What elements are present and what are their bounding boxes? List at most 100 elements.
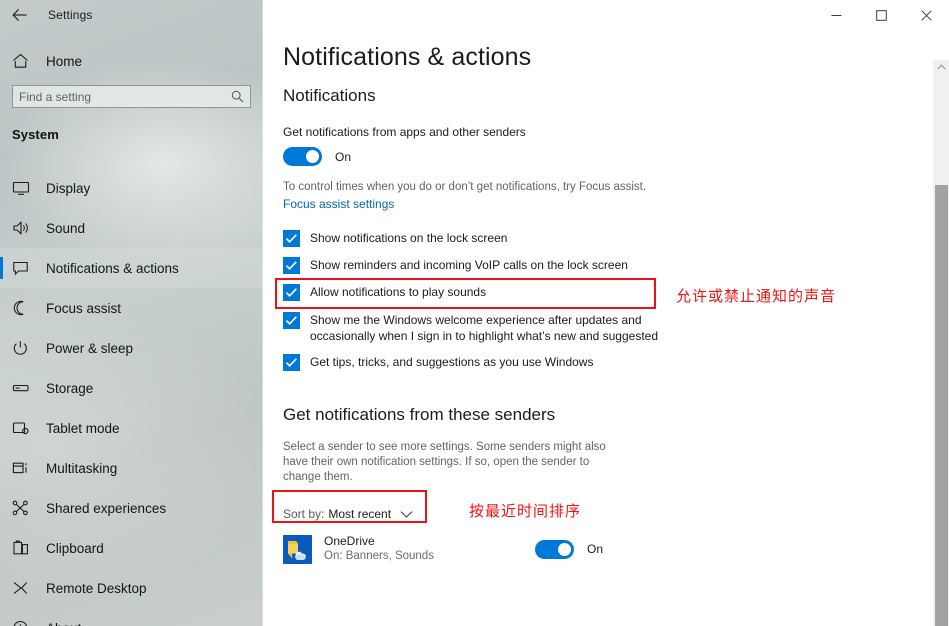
- checkbox-label: Show notifications on the lock screen: [310, 231, 508, 245]
- master-toggle-label: Get notifications from apps and other se…: [283, 125, 526, 139]
- checkbox-label: Get tips, tricks, and suggestions as you…: [310, 355, 594, 369]
- sidebar-item-label: Multitasking: [46, 460, 118, 476]
- speaker-icon: [12, 220, 42, 236]
- checkbox-checked-icon[interactable]: [283, 312, 300, 329]
- checkbox-label: Allow notifications to play sounds: [310, 285, 487, 299]
- notifications-heading: Notifications: [283, 86, 376, 105]
- toggle-knob: [306, 150, 319, 163]
- home-icon: [12, 53, 42, 69]
- window-titlebar: [263, 0, 949, 30]
- sidebar-item-display[interactable]: Display: [0, 168, 263, 208]
- senders-description: Select a sender to see more settings. So…: [283, 441, 606, 483]
- notification-options-list: Show notifications on the lock screen Sh…: [283, 230, 703, 381]
- main-content: Notifications & actions Notifications Ge…: [263, 30, 927, 626]
- scroll-up-arrow-icon[interactable]: [933, 60, 949, 74]
- search-icon[interactable]: [231, 90, 244, 103]
- senders-section: Get notifications from these senders Sel…: [283, 405, 713, 564]
- sidebar-item-label: Power & sleep: [46, 340, 134, 356]
- share-icon: [12, 500, 42, 516]
- sidebar-item-label: Remote Desktop: [46, 580, 147, 596]
- sidebar-item-storage[interactable]: Storage: [0, 368, 263, 408]
- settings-window: Settings Home Syste: [0, 0, 949, 626]
- checkbox-checked-icon[interactable]: [283, 257, 300, 274]
- sort-by-key-label: Sort by:: [283, 507, 325, 521]
- sidebar-item-label: Clipboard: [46, 540, 104, 556]
- sidebar-home-label: Home: [46, 53, 83, 69]
- sidebar-item-shared-experiences[interactable]: Shared experiences: [0, 488, 263, 528]
- drive-icon: [12, 380, 42, 396]
- checkbox-label: Show reminders and incoming VoIP calls o…: [310, 258, 628, 272]
- toggle-knob: [557, 542, 571, 556]
- maximize-button[interactable]: [859, 0, 904, 30]
- minimize-button[interactable]: [814, 0, 859, 30]
- checkbox-row-welcome-experience[interactable]: Show me the Windows welcome experience a…: [283, 312, 703, 344]
- page-title: Notifications & actions: [283, 43, 532, 71]
- sidebar-item-label: Display: [46, 180, 91, 196]
- sidebar-item-notifications-and-actions[interactable]: Notifications & actions: [0, 248, 263, 288]
- sender-name: OneDrive: [324, 534, 375, 548]
- sidebar-item-power-and-sleep[interactable]: Power & sleep: [0, 328, 263, 368]
- sidebar-item-home[interactable]: Home: [0, 45, 263, 77]
- close-button[interactable]: [904, 0, 949, 30]
- back-arrow-icon[interactable]: [0, 0, 40, 30]
- sidebar-item-sound[interactable]: Sound: [0, 208, 263, 248]
- focus-assist-note: To control times when you do or don’t ge…: [283, 180, 703, 213]
- focus-assist-note-text: To control times when you do or don’t ge…: [283, 181, 647, 193]
- multitasking-icon: [12, 460, 42, 476]
- notifications-section: Notifications Get notifications from app…: [283, 86, 703, 213]
- sidebar-item-clipboard[interactable]: Clipboard: [0, 528, 263, 568]
- window-title: Settings: [48, 8, 93, 22]
- sort-by-value-label: Most recent: [328, 507, 392, 521]
- sidebar-item-label: Focus assist: [46, 300, 122, 316]
- sidebar: Settings Home Syste: [0, 0, 263, 626]
- notification-icon: [12, 260, 42, 276]
- chevron-down-icon[interactable]: [400, 510, 413, 519]
- sidebar-nav: Display Sound Notifications & actions Fo…: [0, 168, 263, 626]
- sender-toggle-state: On: [586, 542, 603, 556]
- search-input[interactable]: [19, 89, 231, 104]
- remote-desktop-icon: [12, 580, 42, 596]
- sidebar-group-title: System: [12, 127, 59, 142]
- checkbox-checked-icon[interactable]: [283, 354, 300, 371]
- master-toggle-row: On: [283, 147, 703, 166]
- sidebar-item-label: Shared experiences: [46, 500, 167, 516]
- sidebar-item-tablet-mode[interactable]: Tablet mode: [0, 408, 263, 448]
- sidebar-item-label: Tablet mode: [46, 420, 120, 436]
- monitor-icon: [12, 180, 42, 196]
- annotation-text-play-sounds: 允许或禁止通知的声音: [676, 287, 837, 305]
- sender-toggle-group: On: [534, 539, 603, 559]
- checkbox-checked-icon[interactable]: [283, 230, 300, 247]
- sidebar-item-label: About: [46, 621, 81, 626]
- focus-assist-settings-link[interactable]: Focus assist settings: [283, 197, 394, 211]
- sort-by-dropdown[interactable]: Sort by: Most recent: [283, 507, 413, 521]
- info-icon: [12, 620, 42, 626]
- master-toggle-state: On: [335, 149, 352, 164]
- sender-toggle-onedrive[interactable]: [534, 539, 574, 559]
- search-field-wrapper[interactable]: [12, 85, 251, 108]
- sidebar-item-multitasking[interactable]: Multitasking: [0, 448, 263, 488]
- sidebar-item-focus-assist[interactable]: Focus assist: [0, 288, 263, 328]
- sidebar-item-label: Notifications & actions: [46, 260, 179, 276]
- sidebar-item-remote-desktop[interactable]: Remote Desktop: [0, 568, 263, 608]
- sender-text-block: OneDrive On: Banners, Sounds: [324, 534, 535, 564]
- senders-heading: Get notifications from these senders: [283, 405, 556, 424]
- onedrive-icon: [283, 534, 312, 564]
- checkbox-label: Show me the Windows welcome experience a…: [310, 313, 658, 343]
- annotation-text-sort-by: 按最近时间排序: [469, 502, 582, 520]
- master-notifications-toggle[interactable]: [283, 147, 322, 166]
- sender-status-summary: On: Banners, Sounds: [324, 550, 434, 562]
- power-icon: [12, 340, 42, 356]
- checkbox-row-lock-screen[interactable]: Show notifications on the lock screen: [283, 230, 703, 247]
- sender-list-item-onedrive[interactable]: OneDrive On: Banners, Sounds On: [283, 534, 603, 564]
- sidebar-item-about[interactable]: About: [0, 608, 263, 626]
- scrollbar-thumb[interactable]: [935, 185, 948, 626]
- moon-icon: [12, 300, 42, 316]
- checkbox-row-voip-lock-screen[interactable]: Show reminders and incoming VoIP calls o…: [283, 257, 703, 274]
- tablet-icon: [12, 420, 42, 436]
- sidebar-item-label: Sound: [46, 220, 86, 236]
- checkbox-row-play-sounds[interactable]: Allow notifications to play sounds: [283, 284, 703, 301]
- checkbox-row-tips-tricks[interactable]: Get tips, tricks, and suggestions as you…: [283, 354, 703, 371]
- sidebar-titlebar: Settings: [0, 0, 263, 30]
- vertical-scrollbar[interactable]: [933, 60, 949, 626]
- checkbox-checked-icon[interactable]: [283, 284, 300, 301]
